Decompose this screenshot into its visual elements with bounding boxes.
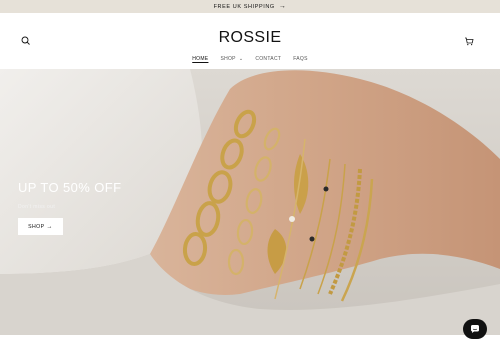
nav-item-faqs[interactable]: FAQS [287, 56, 314, 62]
chat-icon [471, 325, 479, 333]
announcement-text: FREE UK SHIPPING [213, 3, 275, 10]
nav-item-shop[interactable]: SHOP ⌄ [214, 56, 249, 62]
page-bottom [0, 335, 500, 348]
hero-subtitle: Don't miss out [18, 204, 56, 210]
nav-item-label: HOME [192, 56, 209, 62]
arrow-right-icon: → [278, 3, 287, 10]
site-header: ROSSIE HOME SHOP ⌄ CONTACT FAQS [0, 13, 500, 69]
cart-button[interactable] [463, 34, 475, 46]
hero-banner: UP TO 50% OFF Don't miss out SHOP → [0, 69, 500, 335]
nav-item-contact[interactable]: CONTACT [249, 56, 287, 62]
nav-item-label: SHOP [220, 56, 236, 62]
hero-content: UP TO 50% OFF Don't miss out SHOP → [18, 180, 121, 235]
nav-item-label: CONTACT [255, 56, 282, 62]
shop-button-label: SHOP [28, 223, 45, 230]
main-nav: HOME SHOP ⌄ CONTACT FAQS [0, 56, 500, 62]
nav-item-home[interactable]: HOME [186, 56, 214, 62]
chevron-down-icon: ⌄ [238, 56, 244, 62]
hero-title: UP TO 50% OFF [18, 180, 122, 195]
nav-item-label: FAQS [293, 56, 308, 62]
chat-button[interactable] [463, 319, 487, 339]
shop-button[interactable]: SHOP → [18, 218, 63, 235]
arrow-right-icon: → [46, 223, 53, 230]
announcement-bar[interactable]: FREE UK SHIPPING → [0, 0, 500, 13]
site-logo[interactable]: ROSSIE [0, 29, 500, 47]
cart-icon [465, 37, 474, 46]
